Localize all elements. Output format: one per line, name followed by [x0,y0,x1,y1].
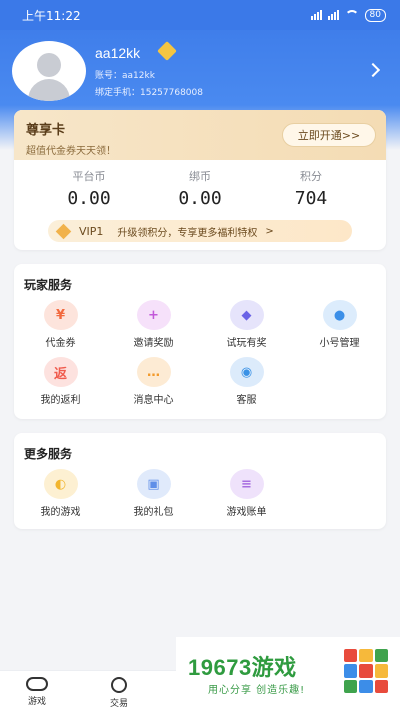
service-item[interactable]: ● 小号管理 [293,300,386,349]
premium-title: 尊享卡 [26,123,66,138]
rebate-icon: 返 [43,357,78,387]
service-item[interactable]: ¥ 代金券 [14,300,107,349]
service-item[interactable]: ◉ 客服 [200,357,293,406]
gamepad-icon: ◆ [229,300,264,330]
tab-label: 游戏 [27,697,46,707]
service-label: 试玩有奖 [226,338,267,349]
status-bar: 上午11:22 80 [0,0,400,30]
user-icon: ● [322,300,357,330]
avatar[interactable] [12,41,86,101]
stat-label: 绑币 [189,170,211,183]
service-label: 我的礼包 [133,507,174,518]
vip-level: VIP1 [79,224,104,238]
message-icon: … [136,357,171,387]
premium-card-banner: 尊享卡 超值代金券天天领！ 立即开通>> [14,110,386,160]
headset-icon: ◉ [229,357,264,387]
status-time: 上午11:22 [22,8,81,23]
premium-subtitle: 超值代金券天天领！ [26,146,116,157]
service-item[interactable]: + 邀请奖励 [107,300,200,349]
open-now-button[interactable]: 立即开通>> [282,123,376,147]
service-label: 游戏账单 [226,507,267,518]
vip-upgrade-text: 升级领积分，专享更多福利特权 [117,227,258,239]
stat-platform-coin[interactable]: 平台币 0.00 [44,168,134,209]
stat-bound-coin[interactable]: 绑币 0.00 [155,168,245,209]
watermark-subtitle: 用心分享 创造乐趣! [208,685,306,696]
service-label: 我的游戏 [40,507,81,518]
watermark-title: 19673游戏 [188,655,297,680]
voucher-icon: ¥ [43,300,78,330]
more-services-grid: ◐ 我的游戏 ▣ 我的礼包 ≡ 游戏账单 [14,469,386,518]
wallet-card: 尊享卡 超值代金券天天领！ 立即开通>> 平台币 0.00 绑币 0.00 积分… [14,110,386,250]
service-label: 邀请奖励 [133,338,174,349]
stat-label: 平台币 [72,170,106,183]
stat-value: 704 [294,188,328,209]
battery-icon: 80 [364,8,386,22]
tab-label: 交易 [110,699,129,709]
invite-icon: + [136,300,171,330]
signal-icon [327,10,339,20]
more-services-card: 更多服务 ◐ 我的游戏 ▣ 我的礼包 ≡ 游戏账单 [14,433,386,529]
username: aa12kk [95,45,141,61]
service-item[interactable]: ◆ 试玩有奖 [200,300,293,349]
service-item[interactable]: ▣ 我的礼包 [107,469,200,518]
bound-phone: 绑定手机：15257768008 [95,88,203,98]
stat-value: 0.00 [178,188,222,209]
service-label: 小号管理 [319,338,360,349]
stat-label: 积分 [300,170,322,183]
stat-points[interactable]: 积分 704 [266,168,356,209]
wallet-stats: 平台币 0.00 绑币 0.00 积分 704 [14,160,386,209]
service-item[interactable]: ≡ 游戏账单 [200,469,293,518]
avatar-body-icon [28,79,70,101]
tab-games[interactable]: 游戏 [26,677,48,707]
trade-icon [111,677,127,693]
chevron-right-icon: > [265,225,274,237]
account-id: 账号：aa12kk [95,71,155,81]
service-label: 客服 [236,395,257,406]
service-item[interactable]: ◐ 我的游戏 [14,469,107,518]
cube-logo-icon [344,649,388,693]
watermark-logo: 19673游戏 用心分享 创造乐趣! [176,637,400,711]
section-title: 更多服务 [24,447,73,461]
bill-icon: ≡ [229,469,264,499]
vip-upgrade-banner[interactable]: VIP1 升级领积分，专享更多福利特权 > [48,220,352,242]
gift-icon: ▣ [136,469,171,499]
service-item[interactable]: 返我的返利 [14,357,107,406]
gem-icon [55,223,72,239]
gamepad-icon [26,677,48,691]
game-icon: ◐ [43,469,78,499]
service-label: 代金券 [45,338,76,349]
tab-trade[interactable]: 交易 [110,677,128,709]
avatar-head-icon [37,53,61,77]
service-label: 消息中心 [133,395,174,406]
player-services-grid: ¥ 代金券 + 邀请奖励 ◆ 试玩有奖 ● 小号管理返我的返利 … 消息中心 ◉ 客服 [14,300,386,406]
wifi-icon [344,10,359,20]
status-icons: 80 [310,8,386,22]
service-label: 我的返利 [40,395,81,406]
player-services-card: 玩家服务 ¥ 代金券 + 邀请奖励 ◆ 试玩有奖 ● 小号管理返我的返利 … 消息中心 ◉ 客服 [14,264,386,419]
signal-icon [310,10,322,20]
stat-value: 0.00 [67,188,111,209]
section-title: 玩家服务 [24,278,73,292]
service-item[interactable]: … 消息中心 [107,357,200,406]
